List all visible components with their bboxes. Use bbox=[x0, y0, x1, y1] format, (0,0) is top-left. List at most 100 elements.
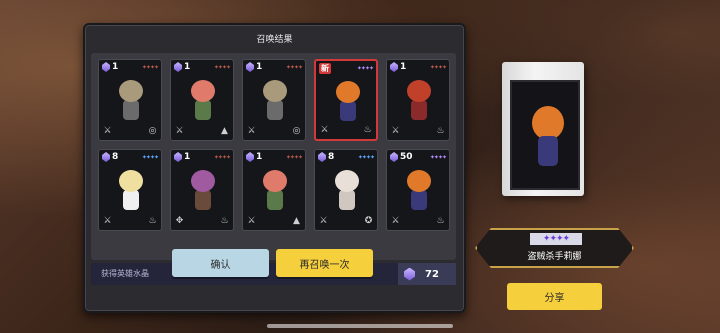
hero-card-grid: 1 ✦✦✦✦ ⚔ ◎ 1 ✦✦✦✦ ⚔ ▲ 1 ✦✦✦✦ ⚔ ◎ 新 ✦✦✦✦ ⚔ ♨ 1 ✦✦✦✦ ⚔ ♨ 8 ✦✦✦✦… bbox=[91, 53, 456, 260]
star-rating: ✦✦✦✦ bbox=[285, 154, 303, 161]
card-role-icons: ⚔ ◎ bbox=[102, 126, 158, 137]
hero-sprite bbox=[331, 170, 363, 212]
confirm-button[interactable]: 确认 bbox=[172, 249, 269, 277]
crystal-count: 50 bbox=[400, 152, 413, 162]
star-rating: ✦✦✦✦ bbox=[285, 64, 303, 71]
hero-card[interactable]: 1 ✦✦✦✦ ⚔ ♨ bbox=[386, 59, 450, 141]
new-badge: 新 bbox=[319, 63, 331, 74]
hero-sprite bbox=[332, 81, 364, 123]
card-header: 8 bbox=[102, 152, 118, 162]
element-icon: ♨ bbox=[436, 216, 445, 226]
card-header: 1 bbox=[174, 62, 190, 72]
share-button[interactable]: 分享 bbox=[507, 283, 602, 310]
crystal-count: 1 bbox=[256, 62, 263, 72]
crystal-icon bbox=[390, 152, 398, 162]
hero-sprite bbox=[259, 80, 291, 122]
hero-card[interactable]: 1 ✦✦✦✦ ⚔ ▲ bbox=[242, 149, 306, 231]
showcase-window bbox=[510, 80, 580, 190]
crystal-icon bbox=[246, 62, 254, 72]
card-header: 1 bbox=[174, 152, 190, 162]
hero-sprite bbox=[115, 170, 147, 212]
hero-card[interactable]: 新 ✦✦✦✦ ⚔ ♨ bbox=[314, 59, 378, 141]
crystal-icon bbox=[318, 152, 326, 162]
class-icon: ⚔ bbox=[247, 216, 256, 226]
crystal-count: 8 bbox=[328, 152, 335, 162]
crystal-count: 1 bbox=[184, 152, 191, 162]
crystal-count: 8 bbox=[112, 152, 119, 162]
hero-sprite bbox=[403, 170, 435, 212]
element-icon: ◎ bbox=[292, 126, 301, 136]
element-icon: ▲ bbox=[293, 216, 300, 226]
hero-star-rating: ✦✦✦✦ bbox=[530, 233, 582, 245]
star-rating: ✦✦✦✦ bbox=[429, 154, 447, 161]
class-icon: ⚔ bbox=[175, 126, 184, 136]
hero-card[interactable]: 1 ✦✦✦✦ ⚔ ◎ bbox=[98, 59, 162, 141]
hero-sprite bbox=[115, 80, 147, 122]
card-role-icons: ✥ ♨ bbox=[174, 216, 230, 227]
panel-title: 召唤结果 bbox=[256, 35, 293, 45]
hero-name-plate: ✦✦✦✦ 盗贼杀手莉娜 bbox=[475, 228, 634, 268]
class-icon: ⚔ bbox=[391, 126, 400, 136]
element-icon: ▲ bbox=[221, 126, 228, 136]
card-header: 50 bbox=[390, 152, 413, 162]
hero-sprite bbox=[403, 80, 435, 122]
class-icon: ⚔ bbox=[319, 216, 328, 226]
crystal-total: 72 bbox=[398, 263, 456, 285]
crystal-icon bbox=[246, 152, 254, 162]
class-icon: ⚔ bbox=[391, 216, 400, 226]
element-icon: ✪ bbox=[364, 216, 373, 226]
star-rating: ✦✦✦✦ bbox=[213, 154, 231, 161]
star-rating: ✦✦✦✦ bbox=[357, 154, 375, 161]
crystal-icon bbox=[174, 62, 182, 72]
hero-name: 盗贼杀手莉娜 bbox=[527, 252, 582, 262]
hero-card[interactable]: 50 ✦✦✦✦ ⚔ ♨ bbox=[386, 149, 450, 231]
hero-card[interactable]: 1 ✦✦✦✦ ⚔ ▲ bbox=[170, 59, 234, 141]
star-rating: ✦✦✦✦ bbox=[213, 64, 231, 71]
summon-again-button[interactable]: 再召唤一次 bbox=[276, 249, 373, 277]
card-role-icons: ⚔ ♨ bbox=[390, 216, 446, 227]
crystal-icon bbox=[390, 62, 398, 72]
crystal-icon bbox=[404, 267, 415, 281]
hero-card[interactable]: 1 ✦✦✦✦ ⚔ ◎ bbox=[242, 59, 306, 141]
crystal-count: 1 bbox=[256, 152, 263, 162]
card-header: 1 bbox=[246, 152, 262, 162]
crystal-count: 1 bbox=[184, 62, 191, 72]
star-rating: ✦✦✦✦ bbox=[141, 154, 159, 161]
element-icon: ♨ bbox=[220, 216, 229, 226]
hero-sprite bbox=[259, 170, 291, 212]
hero-sprite bbox=[187, 80, 219, 122]
crystal-count: 1 bbox=[112, 62, 119, 72]
crystal-icon bbox=[174, 152, 182, 162]
hero-card[interactable]: 1 ✦✦✦✦ ✥ ♨ bbox=[170, 149, 234, 231]
crystal-label: 获得英雄水晶 bbox=[101, 269, 149, 278]
crystal-icon bbox=[102, 152, 110, 162]
class-icon: ⚔ bbox=[103, 126, 112, 136]
hero-sprite bbox=[187, 170, 219, 212]
star-rating: ✦✦✦✦ bbox=[429, 64, 447, 71]
card-role-icons: ⚔ ✪ bbox=[318, 216, 374, 227]
crystal-bar: 获得英雄水晶 72 bbox=[91, 263, 456, 285]
element-icon: ◎ bbox=[148, 126, 157, 136]
card-header: 1 bbox=[102, 62, 118, 72]
hero-card[interactable]: 8 ✦✦✦✦ ⚔ ♨ bbox=[98, 149, 162, 231]
crystal-icon bbox=[102, 62, 110, 72]
card-header: 1 bbox=[390, 62, 406, 72]
element-icon: ♨ bbox=[363, 125, 372, 135]
element-icon: ♨ bbox=[436, 126, 445, 136]
card-role-icons: ⚔ ♨ bbox=[319, 125, 373, 136]
crystal-value: 72 bbox=[425, 268, 439, 280]
class-icon: ✥ bbox=[175, 216, 184, 226]
card-role-icons: ⚔ ♨ bbox=[102, 216, 158, 227]
card-role-icons: ⚔ ♨ bbox=[390, 126, 446, 137]
hero-showcase-box bbox=[502, 62, 584, 196]
crystal-count: 1 bbox=[400, 62, 407, 72]
class-icon: ⚔ bbox=[103, 216, 112, 226]
featured-hero-sprite bbox=[528, 102, 568, 172]
card-role-icons: ⚔ ◎ bbox=[246, 126, 302, 137]
card-header: 8 bbox=[318, 152, 334, 162]
star-rating: ✦✦✦✦ bbox=[141, 64, 159, 71]
card-role-icons: ⚔ ▲ bbox=[174, 126, 230, 137]
star-rating: ✦✦✦✦ bbox=[356, 65, 374, 72]
home-indicator[interactable] bbox=[267, 324, 453, 328]
hero-card[interactable]: 8 ✦✦✦✦ ⚔ ✪ bbox=[314, 149, 378, 231]
